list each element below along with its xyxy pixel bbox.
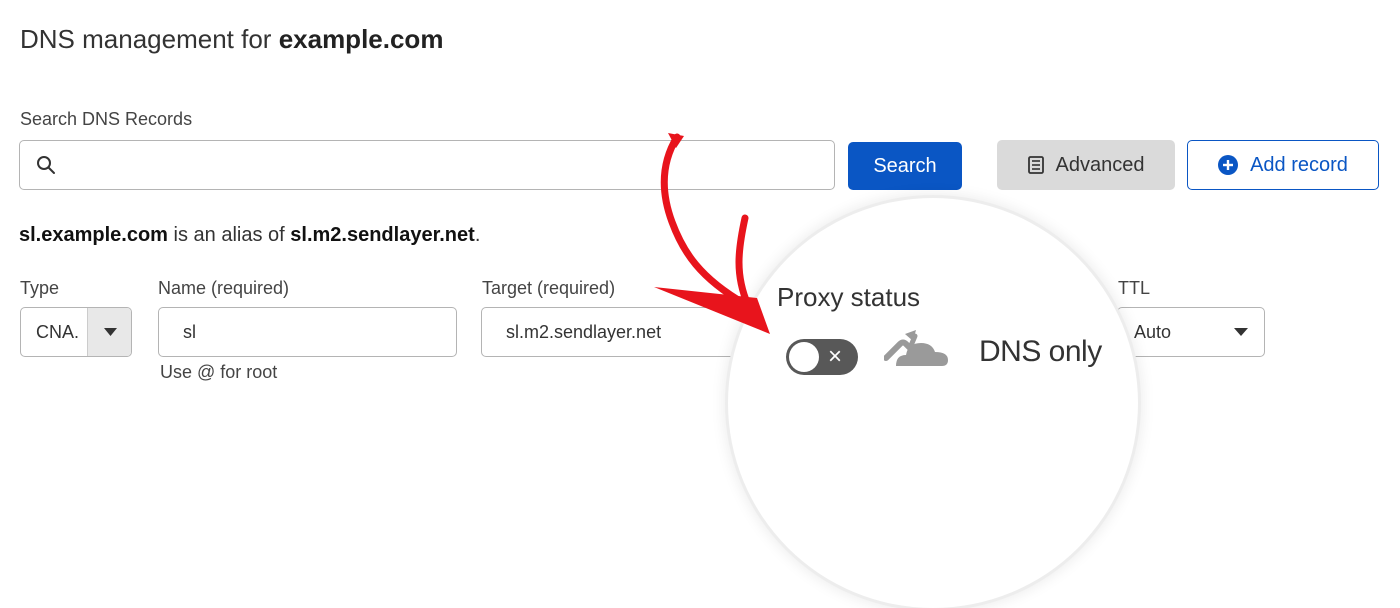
target-input[interactable]: sl.m2.sendlayer.net xyxy=(481,307,771,357)
page-title-prefix: DNS management for xyxy=(20,24,272,54)
advanced-button[interactable]: Advanced xyxy=(997,140,1175,190)
type-select[interactable]: CNA. xyxy=(20,307,132,357)
page-title: DNS management for example.com xyxy=(20,24,443,55)
chevron-down-icon xyxy=(104,328,117,336)
proxy-status-value: DNS only xyxy=(979,335,1102,368)
name-hint: Use @ for root xyxy=(160,362,278,382)
name-value: sl xyxy=(183,322,196,342)
proxy-status-magnifier xyxy=(728,198,1138,608)
alias-middle: is an alias of xyxy=(173,224,285,246)
advanced-button-label: Advanced xyxy=(1055,153,1145,176)
search-label: Search DNS Records xyxy=(20,109,193,129)
alias-target: sl.m2.sendlayer.net xyxy=(290,224,475,246)
target-label: Target (required) xyxy=(482,278,616,298)
toggle-knob xyxy=(789,342,819,372)
alias-end: . xyxy=(474,224,481,246)
alias-note: sl.example.com is an alias of sl.m2.send… xyxy=(19,224,480,247)
search-button[interactable]: Search xyxy=(848,142,962,190)
search-input[interactable] xyxy=(72,149,816,183)
add-record-button-label: Add record xyxy=(1250,153,1348,176)
name-label: Name (required) xyxy=(158,278,290,298)
chevron-down-icon xyxy=(1234,328,1248,336)
type-dropdown-toggle[interactable] xyxy=(87,308,131,356)
name-input[interactable]: sl xyxy=(158,307,457,357)
type-label: Type xyxy=(20,278,60,298)
ttl-value: Auto xyxy=(1134,322,1172,342)
search-icon xyxy=(37,156,55,174)
search-button-label: Search xyxy=(873,154,937,177)
search-field[interactable] xyxy=(19,140,835,190)
alias-host: sl.example.com xyxy=(19,224,168,246)
advanced-list-icon xyxy=(1027,156,1044,174)
target-value: sl.m2.sendlayer.net xyxy=(506,322,662,342)
ttl-select[interactable]: Auto xyxy=(1117,307,1265,357)
add-record-button[interactable]: Add record xyxy=(1187,140,1379,190)
type-value: CNA. xyxy=(36,322,80,342)
ttl-label: TTL xyxy=(1118,278,1151,298)
proxy-status-toggle[interactable]: × xyxy=(786,339,858,375)
dns-only-cloud-icon xyxy=(884,330,948,366)
close-icon: × xyxy=(828,343,843,370)
proxy-status-label: Proxy status xyxy=(777,282,921,312)
annotation-arrow-icon xyxy=(654,133,770,334)
plus-circle-icon xyxy=(1218,155,1239,175)
page-title-domain: example.com xyxy=(278,24,444,54)
